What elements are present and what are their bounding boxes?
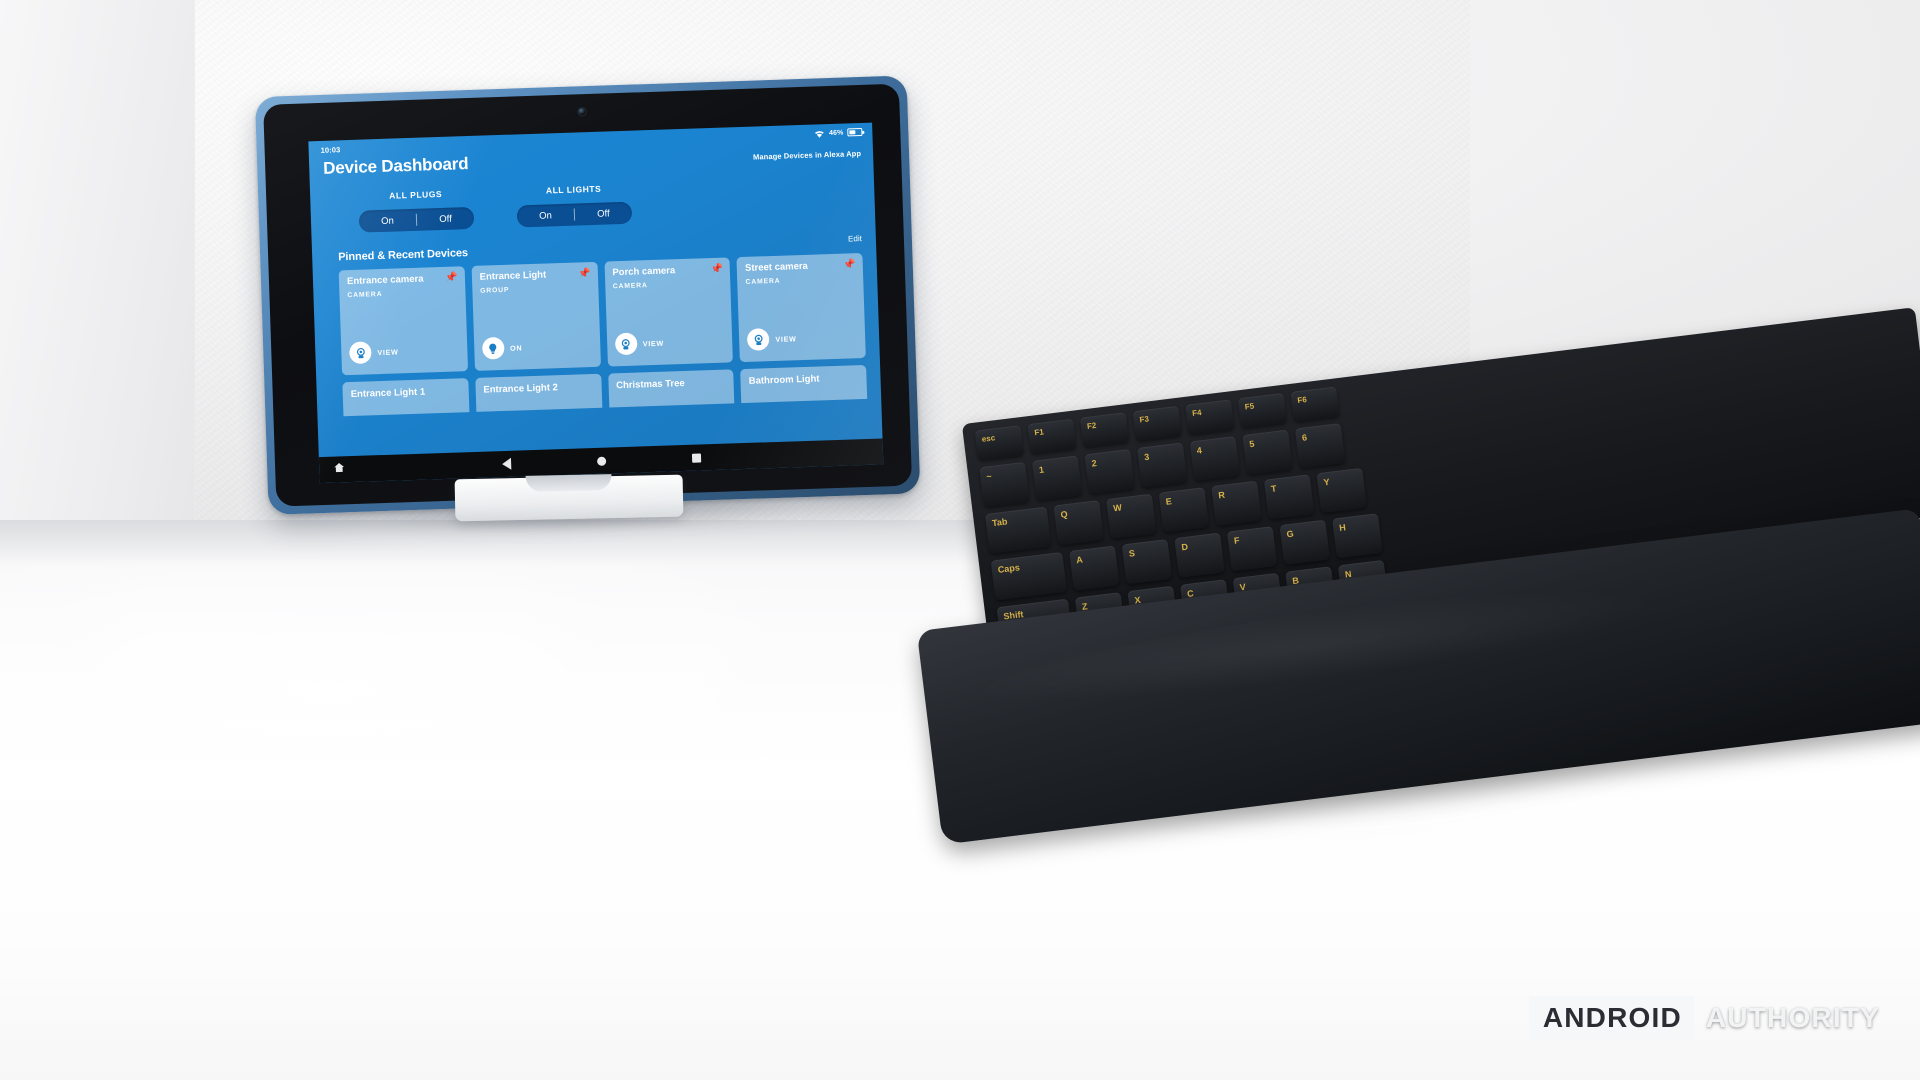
device-card-name: Entrance Light: [479, 269, 547, 283]
key[interactable]: F6: [1290, 386, 1340, 422]
key[interactable]: 2: [1084, 448, 1135, 495]
tablet-device: 10:03 46% Device Dashboard Manage Device…: [251, 71, 934, 551]
all-lights-off-button[interactable]: Off: [575, 207, 632, 220]
key[interactable]: F: [1226, 526, 1278, 572]
all-lights-on-button[interactable]: On: [517, 209, 574, 222]
wifi-icon: [814, 130, 824, 138]
all-plugs-on-button[interactable]: On: [359, 214, 416, 227]
home-icon[interactable]: [333, 460, 346, 478]
key[interactable]: F2: [1079, 412, 1130, 448]
device-card-action[interactable]: VIEW: [614, 330, 726, 367]
device-card[interactable]: Entrance Light 📌 GROUP ON: [471, 261, 601, 371]
key[interactable]: F1: [1027, 418, 1077, 455]
pin-icon[interactable]: 📌: [445, 272, 458, 283]
battery-icon: [847, 127, 863, 137]
device-card-action-label: ON: [509, 342, 523, 353]
key[interactable]: F3: [1132, 405, 1182, 442]
device-card-type: CAMERA: [745, 277, 781, 286]
key[interactable]: Q: [1053, 500, 1104, 546]
device-card-type: CAMERA: [347, 290, 383, 299]
tablet-bezel: 10:03 46% Device Dashboard Manage Device…: [263, 83, 913, 507]
all-plugs-label: ALL PLUGS: [389, 188, 443, 201]
key[interactable]: 1: [1031, 455, 1083, 501]
key[interactable]: T: [1263, 474, 1315, 520]
watermark-primary: ANDROID: [1528, 996, 1694, 1040]
all-lights-label: ALL LIGHTS: [545, 183, 602, 196]
home-circle-icon[interactable]: [596, 456, 606, 466]
pin-icon[interactable]: 📌: [710, 264, 723, 275]
tablet-chassis: 10:03 46% Device Dashboard Manage Device…: [254, 75, 921, 515]
key[interactable]: ~: [979, 461, 1030, 508]
key[interactable]: A: [1069, 545, 1120, 591]
key[interactable]: 5: [1242, 429, 1293, 475]
device-card-name: Entrance Light 2: [483, 382, 559, 396]
key[interactable]: G: [1279, 519, 1331, 565]
device-card-name: Entrance Light 1: [350, 386, 426, 401]
photo-scene: 10:03 46% Device Dashboard Manage Device…: [0, 0, 1920, 1080]
device-card-type: CAMERA: [612, 281, 648, 290]
recents-square-icon[interactable]: [691, 452, 701, 463]
device-card-action[interactable]: VIEW: [747, 325, 859, 362]
device-card[interactable]: Christmas Tree: [607, 369, 735, 408]
device-card-name: Christmas Tree: [615, 377, 685, 392]
back-triangle-icon[interactable]: [501, 457, 511, 471]
camera-icon: [747, 328, 770, 351]
key[interactable]: H: [1332, 513, 1383, 559]
key[interactable]: F5: [1237, 392, 1288, 429]
device-card-name: Entrance camera: [346, 273, 424, 288]
wall-left-panel: [0, 0, 195, 560]
device-card[interactable]: Entrance Light 2: [475, 373, 602, 412]
key[interactable]: Caps: [990, 551, 1068, 601]
device-card[interactable]: Entrance Light 1: [342, 378, 470, 417]
key[interactable]: esc: [974, 425, 1025, 461]
pin-icon[interactable]: 📌: [843, 259, 856, 270]
device-card-name: Bathroom Light: [748, 373, 820, 387]
key[interactable]: Y: [1316, 467, 1367, 514]
device-card-name: Street camera: [744, 260, 809, 274]
key[interactable]: E: [1158, 487, 1210, 533]
device-card-action[interactable]: VIEW: [349, 338, 461, 375]
watermark: ANDROID AUTHORITY: [1528, 996, 1884, 1040]
device-card-action[interactable]: ON: [481, 334, 594, 371]
camera-icon: [349, 341, 372, 365]
device-cards-grid: Entrance camera 📌 CAMERA VIEW Entrance L…: [312, 246, 879, 377]
key[interactable]: 3: [1137, 442, 1188, 488]
device-card[interactable]: Porch camera 📌 CAMERA VIEW: [604, 257, 734, 367]
device-card[interactable]: Street camera 📌 CAMERA VIEW: [736, 253, 866, 363]
device-card[interactable]: Entrance camera 📌 CAMERA VIEW: [338, 266, 468, 376]
lightbulb-icon: [481, 336, 505, 360]
camera-icon: [614, 332, 638, 356]
device-card-name: Porch camera: [612, 265, 676, 279]
tablet-screen: 10:03 46% Device Dashboard Manage Device…: [308, 122, 884, 484]
edit-button[interactable]: Edit: [848, 234, 862, 243]
key[interactable]: 6: [1294, 423, 1346, 469]
manage-devices-link[interactable]: Manage Devices in Alexa App: [753, 149, 861, 162]
all-plugs-off-button[interactable]: Off: [417, 212, 474, 225]
key[interactable]: D: [1174, 532, 1225, 578]
front-camera-icon: [578, 108, 586, 116]
key[interactable]: Tab: [984, 506, 1052, 554]
all-plugs-control: ALL PLUGS On Off: [358, 188, 475, 233]
all-lights-control: ALL LIGHTS On Off: [516, 183, 633, 228]
key[interactable]: F4: [1185, 399, 1235, 435]
tablet-stand: [454, 474, 684, 522]
key[interactable]: R: [1211, 480, 1262, 526]
device-card-action-label: VIEW: [775, 333, 797, 344]
key[interactable]: S: [1121, 539, 1173, 585]
watermark-secondary: AUTHORITY: [1705, 1002, 1880, 1033]
status-time: 10:03: [320, 144, 341, 155]
stand-notch: [525, 474, 612, 492]
key[interactable]: 4: [1189, 435, 1241, 482]
device-card-type: GROUP: [480, 286, 510, 295]
device-card-action-label: VIEW: [642, 338, 665, 348]
pin-icon[interactable]: 📌: [578, 268, 591, 279]
device-card-action-label: VIEW: [377, 346, 399, 357]
battery-percent: 46%: [828, 129, 844, 137]
device-card[interactable]: Bathroom Light: [740, 364, 868, 404]
key[interactable]: W: [1106, 493, 1157, 539]
